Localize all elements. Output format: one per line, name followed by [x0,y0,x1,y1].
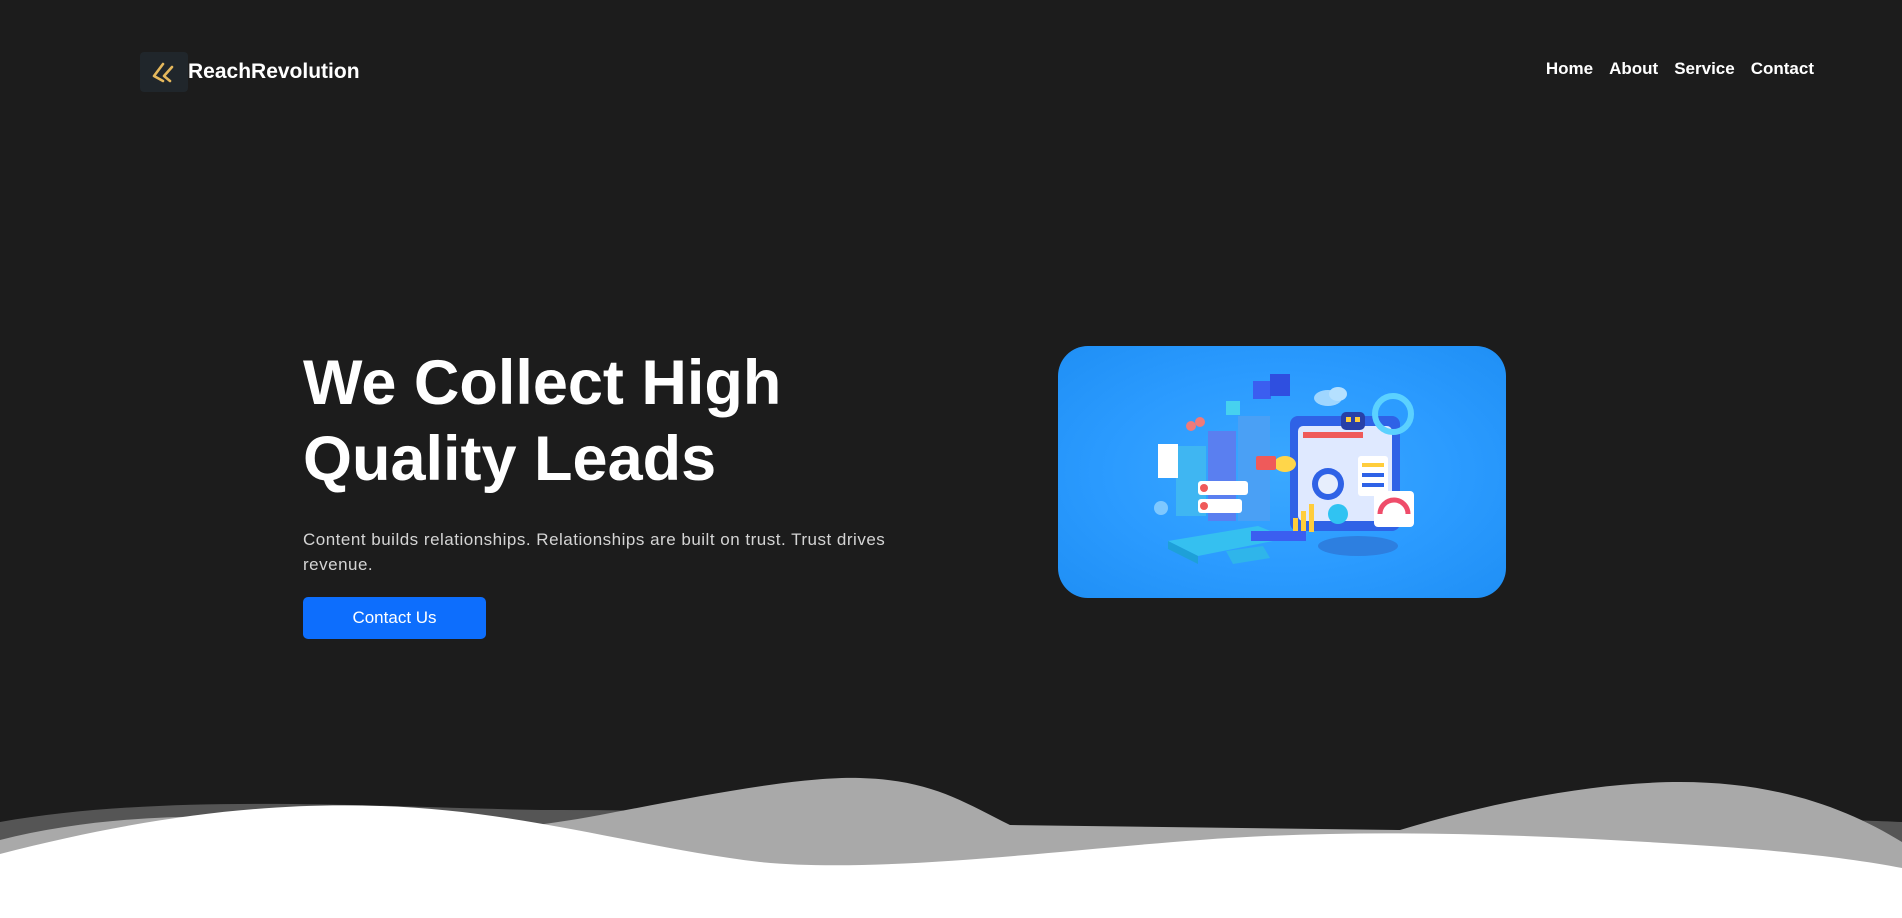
nav-about[interactable]: About [1609,59,1658,79]
brand[interactable]: ReachRevolution [140,52,360,92]
footer-wave-decoration [0,777,1902,918]
brand-name: ReachRevolution [188,60,360,83]
landing-page: ReachRevolution Home About Service Conta… [0,0,1902,918]
site-header: ReachRevolution Home About Service Conta… [0,0,1902,140]
hero-title: We Collect High Quality Leads [303,345,943,497]
contact-us-button[interactable]: Contact Us [303,597,486,639]
hero-title-line1: We Collect High [303,348,782,418]
hero-section: We Collect High Quality Leads Content bu… [303,345,943,639]
digital-marketing-illustration [1154,374,1414,564]
logo [140,52,188,92]
main-nav: Home About Service Contact [1546,59,1814,79]
hero-title-line2: Quality Leads [303,424,717,494]
hero-subtitle: Content builds relationships. Relationsh… [303,530,886,574]
double-chevron-left-icon [152,62,174,83]
nav-home[interactable]: Home [1546,59,1593,79]
hero-illustration [1058,346,1506,598]
nav-service[interactable]: Service [1674,59,1735,79]
nav-contact[interactable]: Contact [1751,59,1814,79]
